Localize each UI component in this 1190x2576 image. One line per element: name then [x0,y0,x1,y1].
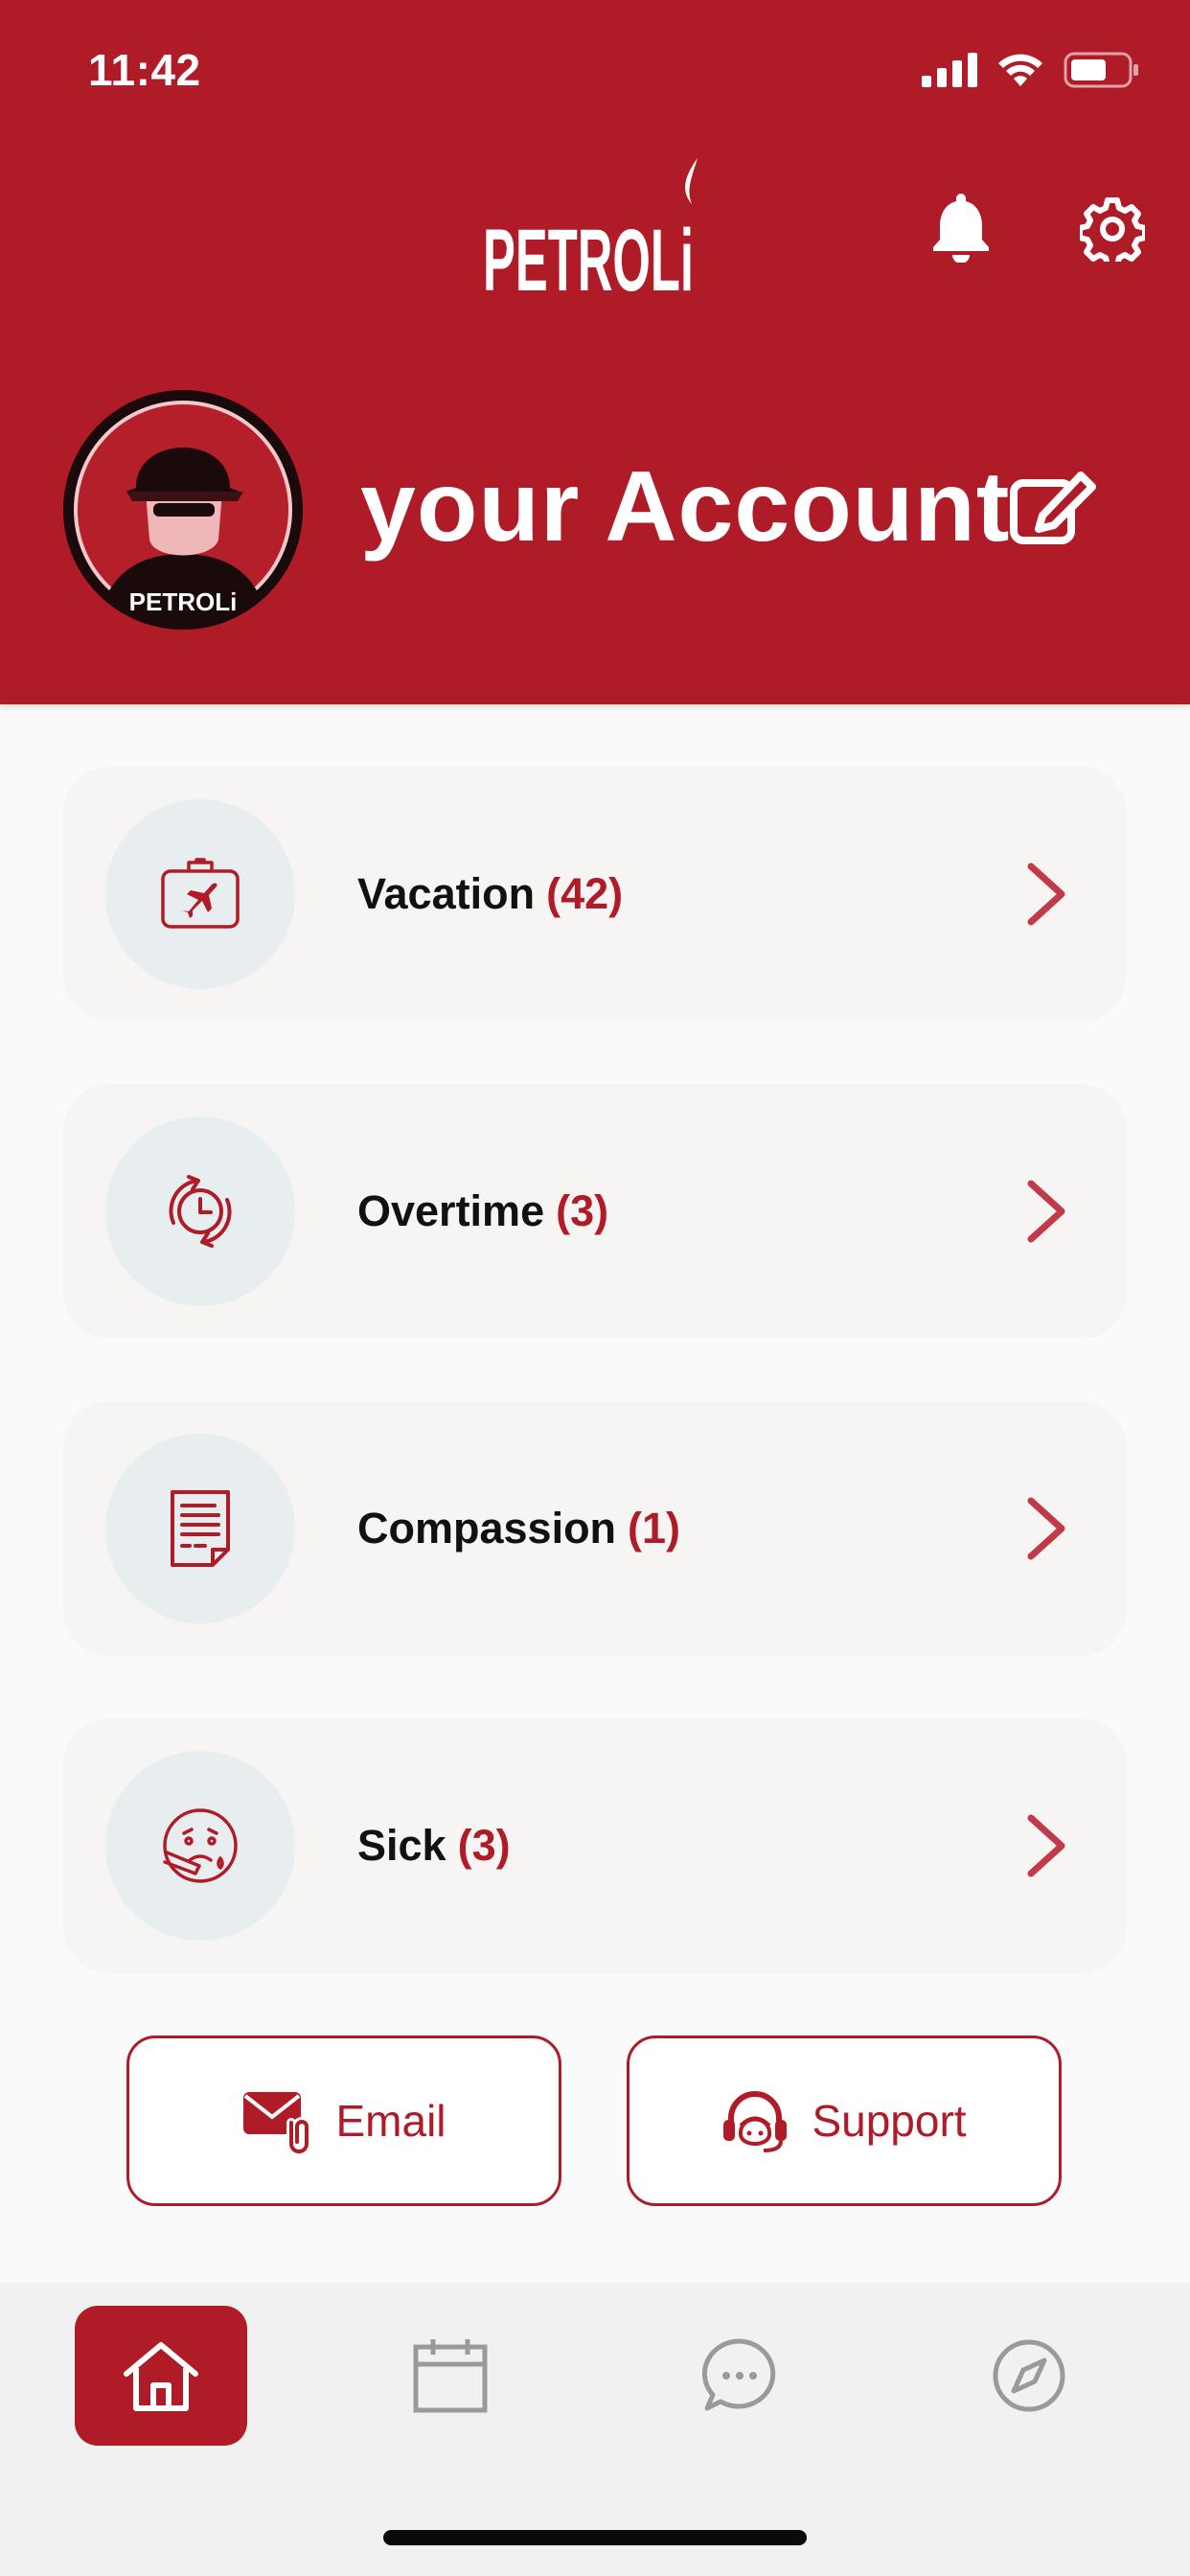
home-indicator [383,2530,807,2545]
sick-face-icon [163,1808,238,1883]
email-button[interactable]: Email [126,2036,561,2206]
leave-card-compassion[interactable]: Compassion (1) [63,1401,1127,1656]
card-icon-wrap [105,1751,295,1941]
headset-icon [723,2091,788,2152]
status-icons [922,52,1140,88]
wifi-icon [998,54,1042,86]
header: 11:42 PETROLi PETROLi your Account [0,0,1190,704]
suitcase-plane-icon [161,858,240,929]
card-icon-wrap [105,799,295,989]
signal-icon [922,53,977,87]
status-time: 11:42 [88,45,201,95]
email-attach-icon [243,2092,312,2153]
avatar-caption: PETROLi [129,587,238,616]
home-icon [124,2342,198,2411]
chevron-right-icon [1027,1497,1065,1560]
calendar-icon [413,2339,488,2413]
card-count: (42) [546,869,624,918]
page-title: your Account [360,451,1011,563]
leave-card-overtime[interactable]: Overtime (3) [63,1084,1127,1339]
card-title: Overtime [357,1186,545,1235]
card-icon-wrap [105,1116,295,1306]
bell-icon[interactable] [931,192,991,263]
battery-icon [1064,52,1138,88]
tab-home[interactable] [75,2306,247,2446]
card-title: Sick [357,1821,446,1870]
support-button[interactable]: Support [627,2036,1062,2206]
card-label: Compassion (1) [357,1401,680,1656]
leave-card-sick[interactable]: Sick (3) [63,1718,1127,1973]
leave-card-vacation[interactable]: Vacation (42) [63,767,1127,1022]
email-button-label: Email [335,2096,446,2146]
chevron-right-icon [1027,1180,1065,1243]
card-title: Vacation [357,869,536,918]
card-label: Sick (3) [357,1718,511,1973]
avatar[interactable]: PETROLi [63,390,303,630]
chevron-right-icon [1027,1814,1065,1877]
gear-icon[interactable] [1080,196,1145,262]
svg-text:PETROLi: PETROLi [483,212,694,302]
card-count: (3) [556,1186,609,1235]
tab-explore[interactable] [943,2306,1115,2446]
card-title: Compassion [357,1504,617,1552]
card-label: Vacation (42) [357,767,623,1022]
brand-logo: PETROLi [479,158,709,310]
clock-refresh-icon [169,1175,232,1248]
document-icon [171,1490,230,1567]
tab-calendar[interactable] [364,2306,537,2446]
card-icon-wrap [105,1434,295,1623]
card-count: (3) [457,1821,511,1870]
chevron-right-icon [1027,862,1065,926]
edit-icon[interactable] [1010,468,1098,544]
card-label: Overtime (3) [357,1084,608,1339]
card-count: (1) [628,1504,681,1552]
support-button-label: Support [812,2096,967,2146]
tab-messages[interactable] [653,2306,826,2446]
chat-icon [701,2338,776,2411]
compass-icon [993,2339,1065,2412]
